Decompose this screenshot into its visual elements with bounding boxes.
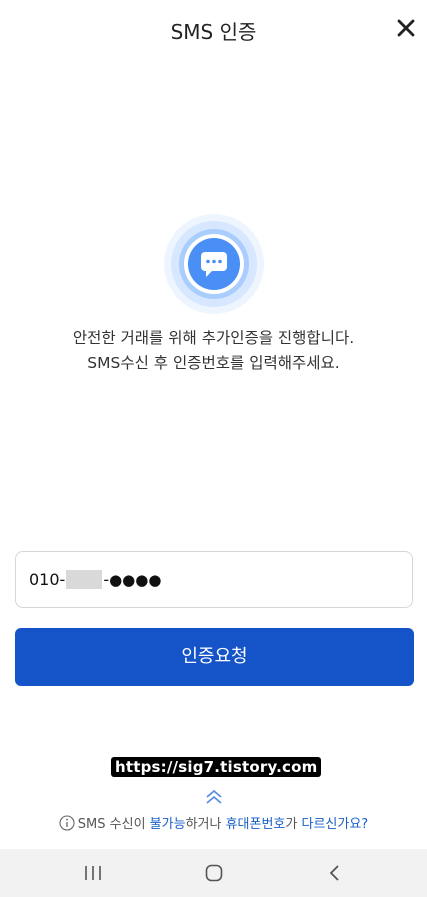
help-text-part-2: 하거나 [185, 817, 226, 832]
recent-apps-button[interactable] [78, 861, 108, 885]
recent-apps-icon [85, 866, 101, 880]
info-icon [59, 815, 75, 831]
help-link-different[interactable]: 다르신가요? [301, 817, 368, 832]
redacted-block [66, 570, 103, 589]
phone-number-field[interactable]: 010- - ●●●● [15, 551, 413, 608]
home-icon [205, 864, 223, 882]
help-text: SMS 수신이 불가능하거나 휴대폰번호가 다르신가요? [0, 813, 427, 832]
help-text-part-1: SMS 수신이 [77, 817, 150, 832]
sms-message-icon [164, 214, 264, 314]
watermark-url: https://sig7.tistory.com [111, 757, 322, 777]
help-link-phone-number[interactable]: 휴대폰번호 [226, 817, 286, 832]
request-verification-button[interactable]: 인증요청 [15, 628, 414, 686]
chevron-up-icon[interactable] [204, 788, 224, 806]
instruction-message: 안전한 거래를 위해 추가인증을 진행합니다. SMS수신 후 인증번호를 입력… [0, 326, 427, 376]
back-icon [329, 865, 339, 881]
page-title: SMS 인증 [170, 20, 257, 44]
close-icon [397, 19, 415, 37]
close-button[interactable] [395, 14, 417, 40]
home-button[interactable] [199, 861, 229, 885]
back-button[interactable] [320, 861, 350, 885]
header: SMS 인증 [0, 0, 427, 58]
help-text-part-3: 가 [285, 817, 302, 832]
instruction-line-2: SMS수신 후 인증번호를 입력해주세요. [87, 354, 340, 372]
android-navigation-bar [0, 849, 427, 897]
masked-digits: ●●●● [109, 570, 162, 589]
help-link-unavailable[interactable]: 불가능 [150, 817, 186, 832]
phone-prefix: 010- [29, 570, 66, 589]
instruction-line-1: 안전한 거래를 위해 추가인증을 진행합니다. [72, 329, 355, 347]
